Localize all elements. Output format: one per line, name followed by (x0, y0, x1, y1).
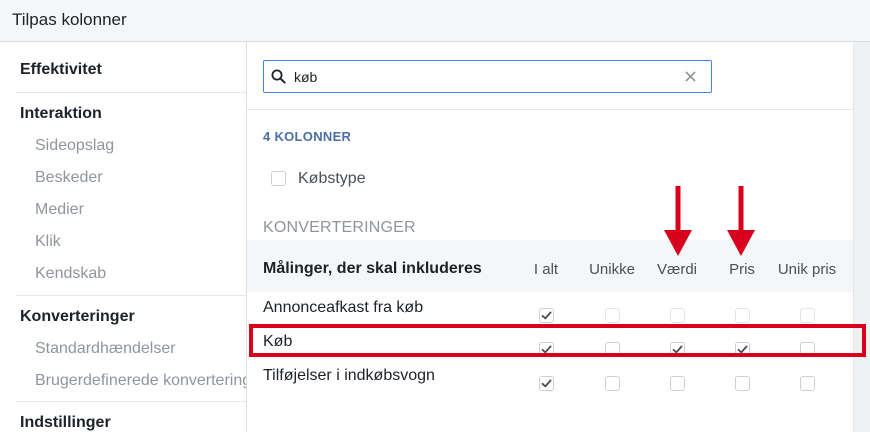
checkmark-icon (541, 311, 552, 320)
result-count: 4 KOLONNER (263, 129, 352, 144)
section-title-konverteringer: KONVERTERINGER (263, 219, 416, 236)
kobstype-label: Købstype (298, 170, 366, 187)
checkbox-kobstype[interactable] (271, 171, 286, 186)
checkbox-row3-unik-pris[interactable] (800, 376, 815, 391)
scrollbar[interactable] (853, 42, 870, 432)
search-input[interactable] (294, 67, 674, 87)
sidebar-section-konverteringer[interactable]: Konverteringer (20, 308, 135, 326)
checkbox-row3-pris[interactable] (735, 376, 750, 391)
category-sidebar: Effektivitet Interaktion Sideopslag Besk… (0, 42, 247, 432)
sidebar-item-klik[interactable]: Klik (35, 233, 61, 251)
sidebar-item-sideopslag[interactable]: Sideopslag (35, 137, 114, 155)
close-icon[interactable] (684, 70, 697, 83)
checkbox-row2-unikke[interactable] (605, 342, 620, 357)
checkmark-icon (541, 379, 552, 388)
checkbox-row1-unik-pris[interactable] (800, 308, 815, 323)
column-header-pris: Pris (729, 261, 755, 278)
sidebar-divider (16, 92, 246, 93)
column-header-vaerdi: Værdi (656, 261, 698, 278)
sidebar-item-kendskab[interactable]: Kendskab (35, 265, 106, 283)
checkmark-icon (672, 345, 683, 354)
sidebar-item-brugerdefinerede-konverteringer[interactable]: Brugerdefinerede konverteringer (35, 372, 246, 390)
search-icon (271, 69, 286, 84)
column-header-unikke: Unikke (589, 261, 635, 278)
checkbox-row2-unik-pris[interactable] (800, 342, 815, 357)
sidebar-divider (16, 295, 246, 296)
search-box[interactable] (263, 60, 712, 93)
row-label-tilfojelser: Tilføjelser i indkøbsvogn (263, 367, 435, 384)
checkbox-row1-pris[interactable] (735, 308, 750, 323)
checkbox-row2-pris[interactable] (735, 342, 750, 357)
checkmark-icon (541, 345, 552, 354)
sidebar-section-effektivitet[interactable]: Effektivitet (20, 61, 102, 79)
sidebar-divider (16, 401, 246, 402)
dialog-title: Tilpas kolonner (12, 10, 127, 29)
checkbox-row3-unikke[interactable] (605, 376, 620, 391)
checkbox-row3-vaerdi[interactable] (670, 376, 685, 391)
sidebar-section-indstillinger[interactable]: Indstillinger (20, 414, 111, 432)
checkbox-row2-i-alt[interactable] (539, 342, 554, 357)
checkbox-row1-unikke[interactable] (605, 308, 620, 323)
row-label-annonceafkast: Annonceafkast fra køb (263, 299, 424, 316)
dialog-header: Tilpas kolonner (0, 0, 870, 42)
columns-panel: 4 KOLONNER Købstype KONVERTERINGER Målin… (247, 42, 853, 432)
checkbox-row1-i-alt[interactable] (539, 308, 554, 323)
divider (247, 109, 853, 110)
column-header-i-alt: I alt (533, 261, 559, 278)
checkmark-icon (737, 345, 748, 354)
sidebar-item-standardhaendelser[interactable]: Standardhændelser (35, 340, 176, 358)
row-label-kob: Køb (263, 333, 293, 350)
sidebar-section-interaktion[interactable]: Interaktion (20, 105, 102, 123)
sidebar-item-beskeder[interactable]: Beskeder (35, 169, 103, 187)
metrics-table-header: Målinger, der skal inkluderes I alt Unik… (247, 240, 853, 292)
column-header-unik-pris: Unik pris (777, 261, 837, 278)
checkbox-row1-vaerdi[interactable] (670, 308, 685, 323)
checkbox-row3-i-alt[interactable] (539, 376, 554, 391)
sidebar-item-medier[interactable]: Medier (35, 201, 84, 219)
header-label: Målinger, der skal inkluderes (263, 260, 482, 277)
checkbox-row2-vaerdi[interactable] (670, 342, 685, 357)
